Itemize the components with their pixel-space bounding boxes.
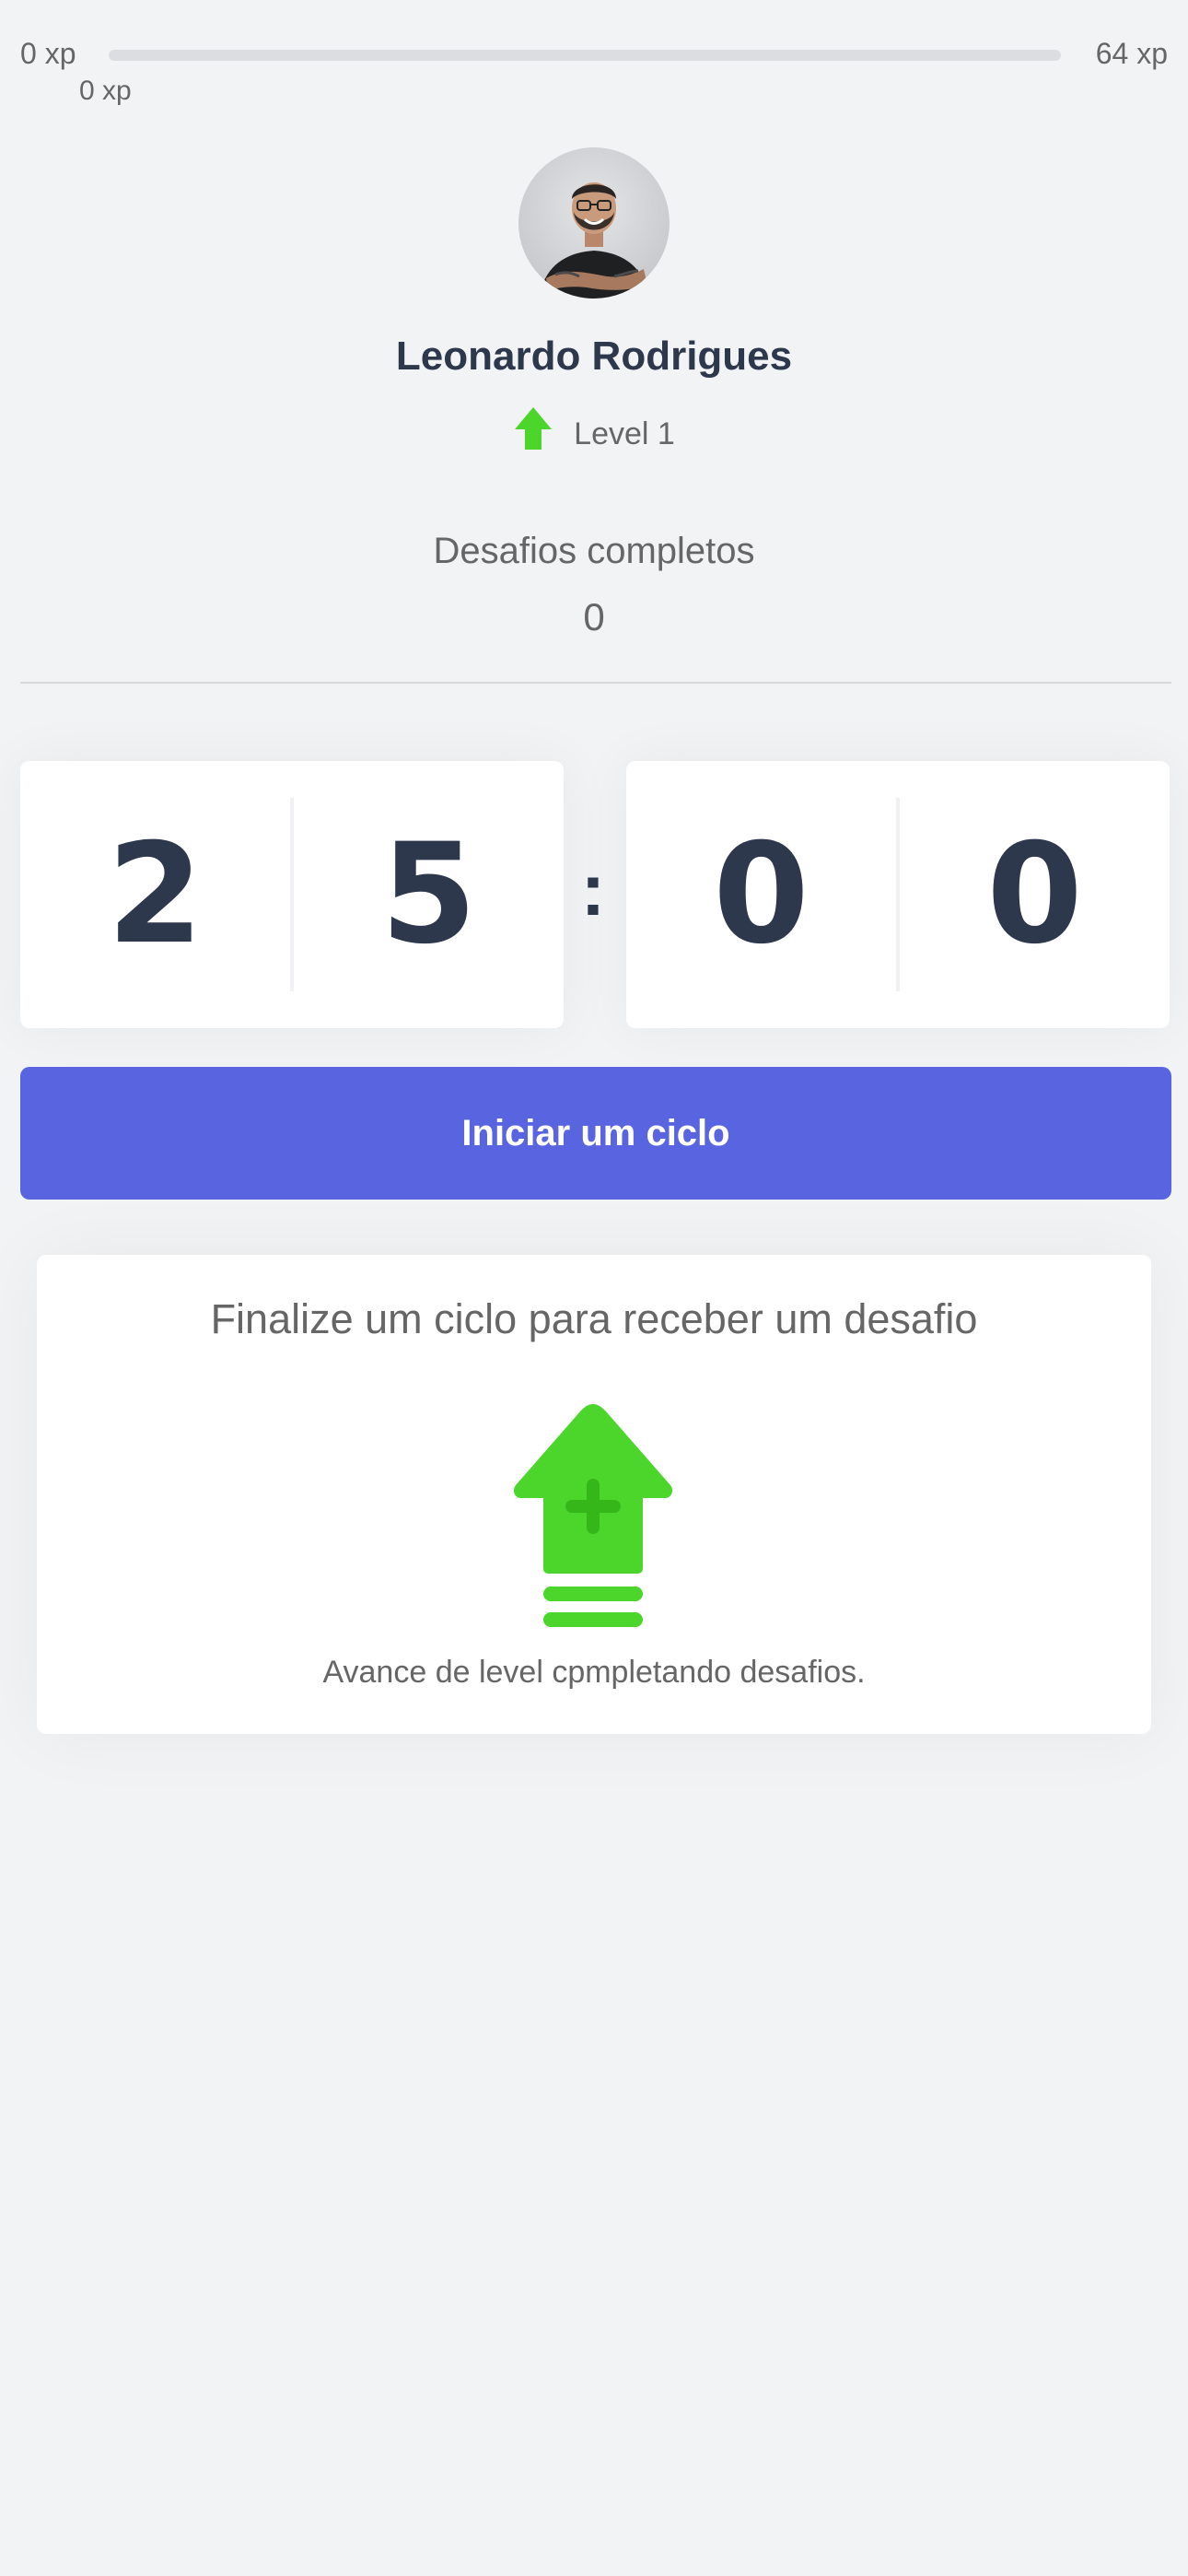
countdown-separator: : [580, 849, 610, 931]
xp-progress-bar [109, 50, 1061, 61]
user-name: Leonardo Rodrigues [395, 334, 793, 379]
completed-challenges-label: Desafios completos [433, 531, 755, 571]
level-label: Level 1 [574, 416, 675, 451]
countdown-minutes: 2 5 [20, 761, 564, 1028]
seconds-tens-digit: 0 [713, 814, 809, 975]
completed-challenges-count: 0 [583, 595, 605, 638]
level-indicator: Level 1 [0, 405, 1188, 453]
level-up-arrow-icon [515, 407, 553, 450]
start-cycle-button[interactable]: Iniciar um ciclo [20, 1067, 1171, 1200]
minutes-ones-digit: 5 [380, 814, 477, 975]
minutes-tens-digit: 2 [107, 814, 204, 975]
seconds-ones-digit: 0 [986, 814, 1083, 975]
divider [20, 682, 1171, 684]
challenge-box-hint: Avance de level cpmpletando desafios. [322, 1655, 866, 1690]
challenge-box-title: Finalize um ciclo para receber um desafi… [210, 1295, 978, 1342]
xp-current-label: 0 xp [79, 76, 132, 106]
avatar [518, 147, 670, 299]
challenge-box: Finalize um ciclo para receber um desafi… [37, 1255, 1151, 1734]
avatar-photo [539, 182, 649, 299]
xp-min-label: 0 xp [20, 37, 76, 70]
xp-max-label: 64 xp [1095, 37, 1168, 70]
page: 0 xp 64 xp 0 xp Leonardo Rodrigues Level… [0, 0, 1188, 2576]
level-up-icon [514, 1404, 672, 1627]
countdown-seconds: 0 0 [626, 761, 1170, 1028]
